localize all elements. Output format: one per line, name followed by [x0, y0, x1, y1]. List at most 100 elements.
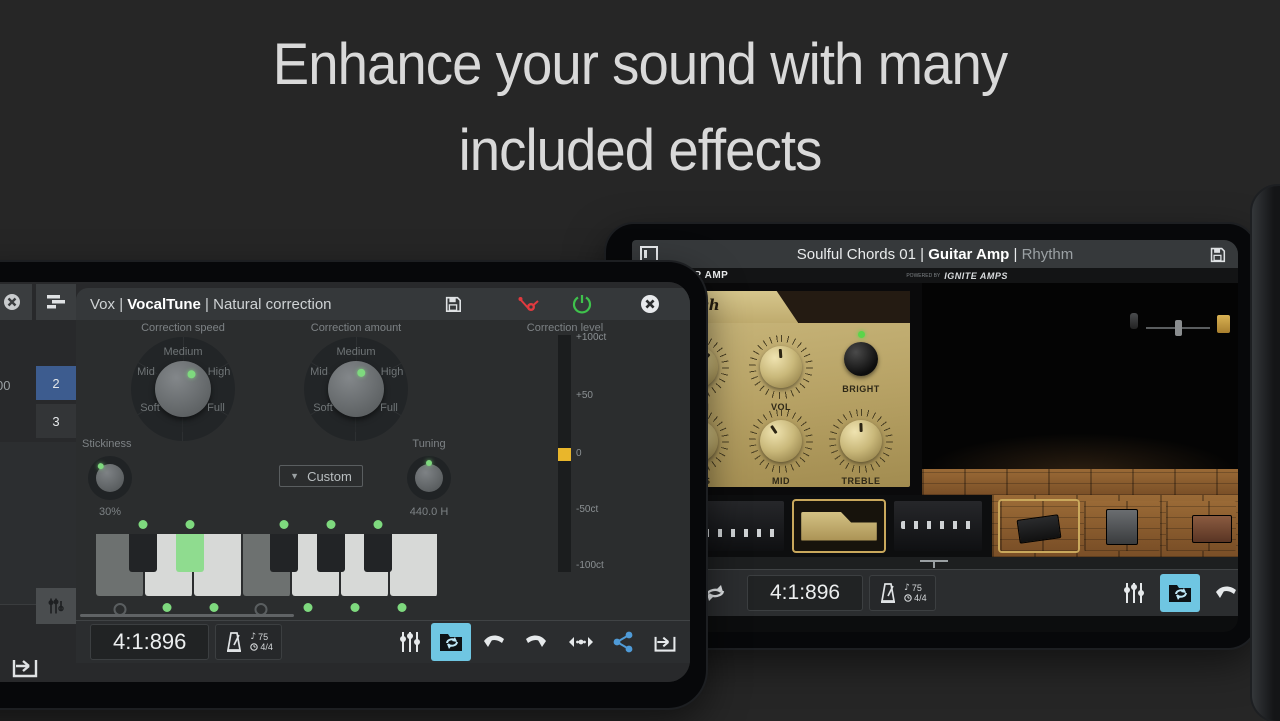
thumb-cab — [1192, 515, 1232, 543]
keyboard-scrollbar[interactable] — [80, 614, 294, 617]
power-icon[interactable] — [572, 294, 592, 314]
knob-indicator — [356, 368, 366, 378]
brand-strip: n-Track GUITAR AMP POWERED BY IGNITE AMP… — [632, 268, 1238, 283]
metronome-display[interactable]: ♪75 4/4 — [869, 575, 936, 611]
export-icon[interactable] — [10, 652, 40, 680]
bright-switch — [844, 342, 878, 376]
mixer-faders-icon[interactable] — [398, 630, 422, 654]
correction-amount-label: Correction amount — [311, 322, 402, 334]
time-display[interactable]: 4:1:896 — [90, 624, 209, 660]
thumb-cab — [1017, 514, 1062, 544]
divider-drag-handle[interactable] — [920, 560, 948, 562]
tracks-button[interactable] — [36, 284, 76, 320]
note-icon: ♪ — [904, 583, 910, 593]
stickiness-label: Stickiness — [82, 438, 132, 450]
scale-note-dot[interactable] — [163, 603, 172, 612]
thumb-cab — [1106, 509, 1138, 545]
room-glow — [922, 433, 1238, 473]
track-lane — [0, 523, 76, 551]
treble-label: TREBLE — [816, 476, 906, 486]
mic-icon[interactable] — [1130, 313, 1138, 329]
track-lane — [0, 496, 76, 524]
amp-thumbnail-selected[interactable] — [794, 501, 884, 551]
preset-thumbnails — [632, 495, 1238, 557]
vol-knob[interactable]: VOL — [736, 335, 826, 412]
piano-keyboard[interactable] — [96, 534, 439, 596]
track-faders-button[interactable] — [36, 588, 76, 624]
loop-folder-button[interactable] — [1160, 574, 1200, 612]
piano-key-black-selected[interactable] — [176, 534, 204, 572]
knob-indicator — [97, 462, 105, 470]
time-display[interactable]: 4:1:896 — [747, 575, 863, 611]
scale-note-dot[interactable] — [398, 603, 407, 612]
stickiness-knob[interactable] — [88, 456, 132, 500]
piano-key-black[interactable] — [364, 534, 392, 572]
scale-note-dot[interactable] — [210, 603, 219, 612]
gold-mic-icon[interactable] — [1217, 315, 1230, 333]
knob-pointer — [770, 425, 778, 434]
time-value: 4:1:896 — [113, 629, 186, 655]
bright-label: BRIGHT — [816, 384, 906, 394]
tempo-value: 75 — [258, 632, 268, 642]
amp-thumbnail-3[interactable] — [894, 501, 982, 551]
save-icon[interactable] — [444, 295, 462, 313]
repeat-icon[interactable] — [703, 583, 727, 603]
tempo-value: 75 — [912, 583, 922, 593]
undo-icon[interactable] — [1212, 582, 1238, 604]
scale-note-dot[interactable] — [304, 603, 313, 612]
bright-button[interactable]: BRIGHT — [816, 331, 906, 394]
save-icon[interactable] — [1209, 246, 1226, 263]
panel-toggle-icon[interactable] — [640, 246, 658, 262]
mark-mid: Mid — [137, 366, 155, 378]
track-cell-2[interactable]: 2 — [36, 366, 76, 400]
ruler-label: 00 — [0, 378, 10, 393]
amp-thumbnail-1[interactable] — [698, 501, 784, 551]
track-lane — [0, 550, 76, 578]
share-icon[interactable] — [612, 630, 634, 654]
cab-thumbnail-2[interactable] — [1084, 501, 1160, 551]
tracks-icon — [45, 294, 67, 310]
mark-soft: Soft — [140, 402, 160, 414]
loop-folder-button[interactable] — [431, 623, 471, 661]
nudge-icon[interactable] — [568, 636, 594, 648]
cab-thumbnail-3[interactable] — [1166, 501, 1236, 551]
transport-bar: 4:1:896 ♪75 4/4 — [632, 569, 1238, 616]
mid-knob[interactable]: MID — [736, 409, 826, 486]
mixer-faders-icon[interactable] — [1122, 581, 1146, 605]
vocaltune-header: Vox | VocalTune | Natural correction — [76, 288, 690, 320]
left-phone: 00 2 3 Vox | VocalTune | Natur — [0, 262, 706, 708]
cab-thumbnail-selected[interactable] — [1000, 501, 1078, 551]
treble-knob[interactable]: TREBLE — [816, 409, 906, 486]
close-panel-button[interactable] — [0, 284, 32, 320]
preset-name: Natural correction — [213, 296, 331, 313]
close-icon[interactable] — [640, 294, 660, 314]
knob-pointer — [859, 423, 862, 432]
redo-icon[interactable] — [524, 631, 550, 653]
tick-plus100: +100ct — [576, 332, 606, 343]
clock-icon — [904, 594, 912, 602]
loop-folder-icon — [1167, 581, 1193, 605]
track-cell-3[interactable]: 3 — [36, 404, 76, 438]
loop-folder-icon — [438, 630, 464, 654]
scale-note-dot[interactable] — [351, 603, 360, 612]
piano-key-black[interactable] — [129, 534, 157, 572]
title-separator: | — [1009, 246, 1021, 263]
tuning-knob[interactable] — [407, 456, 451, 500]
song-name: Soulful Chords 01 — [797, 246, 916, 263]
scale-dropdown[interactable]: ▼ Custom — [279, 465, 363, 487]
automation-icon[interactable] — [518, 295, 540, 313]
vocaltune-title: Vox | VocalTune | Natural correction — [90, 296, 332, 313]
piano-key-white[interactable] — [390, 534, 439, 596]
tuning-value: 440.0 H — [410, 506, 449, 518]
bright-led — [858, 331, 865, 338]
undo-icon[interactable] — [480, 631, 506, 653]
thumb-knobs — [705, 529, 777, 537]
piano-key-black[interactable] — [317, 534, 345, 572]
mic-slider-handle[interactable] — [1175, 320, 1182, 336]
stage: Enhance your sound with many included ef… — [0, 0, 1280, 721]
piano-key-black[interactable] — [270, 534, 298, 572]
metronome-display[interactable]: ♪75 4/4 — [215, 624, 282, 660]
panel-divider — [632, 557, 1238, 569]
tick-minus50: -50ct — [576, 504, 598, 515]
export-icon[interactable] — [652, 630, 678, 654]
